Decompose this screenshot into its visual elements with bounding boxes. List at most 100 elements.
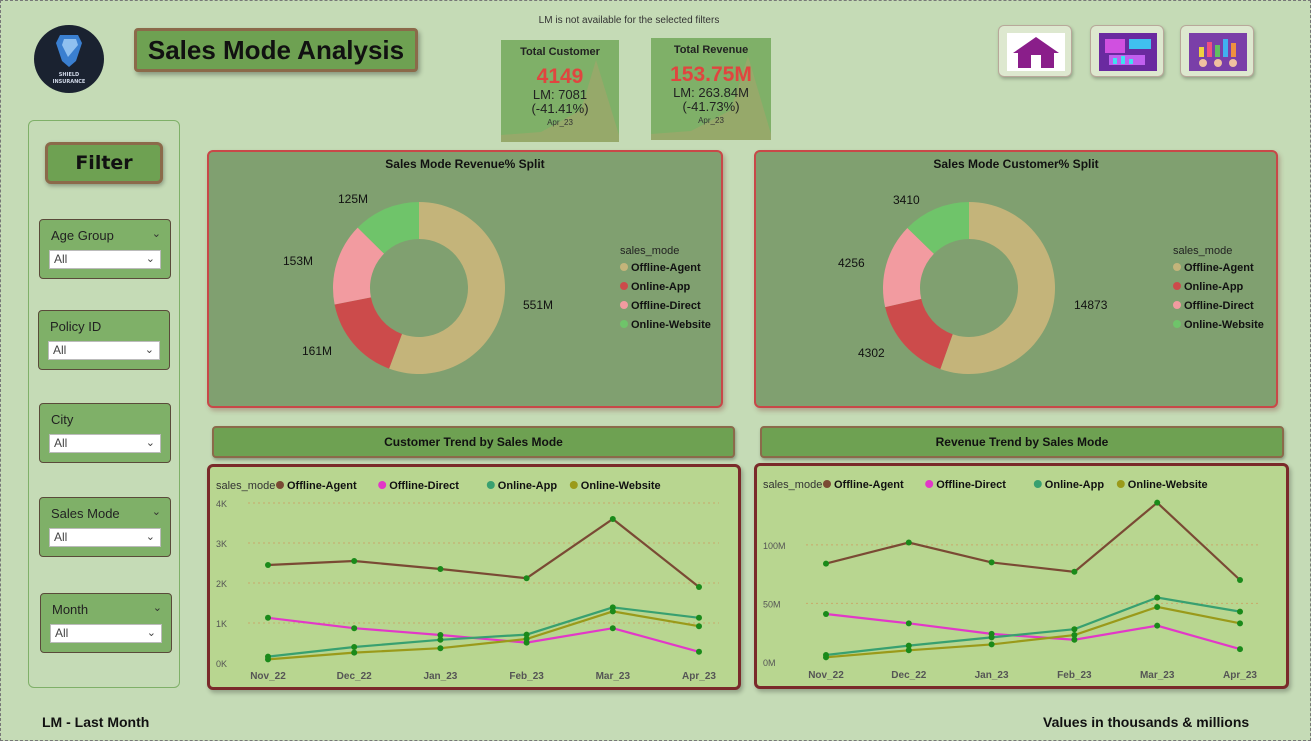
revenue-trend-panel: sales_mode Offline-Agent Offline-Direct Onl… [754,463,1289,689]
data-point[interactable] [265,656,271,663]
data-point[interactable] [437,636,444,643]
chevron-down-icon[interactable]: ⌄ [152,227,161,240]
data-point[interactable] [437,645,444,652]
data-point[interactable] [265,614,271,621]
legend-item[interactable]: Offline-Agent [834,479,904,491]
home-icon [1007,33,1065,71]
data-point[interactable] [1237,608,1243,615]
data-point[interactable] [696,614,702,621]
data-point[interactable] [609,608,616,615]
slicer-label: Sales Mode [51,506,120,521]
y-tick-label: 1K [216,619,227,629]
data-point[interactable] [351,649,358,656]
legend-item-online-website[interactable]: Online-Website [620,319,711,331]
data-point[interactable] [351,625,358,632]
legend-item[interactable]: Online-Website [581,480,661,492]
kpi-total-customer: Total Customer 4149 LM: 7081 (-41.41%) A… [501,40,619,142]
data-point[interactable] [823,560,829,567]
legend-item-online-app[interactable]: Online-App [1173,281,1243,293]
analysis-nav-button[interactable] [1180,25,1254,77]
legend-item-offline-agent[interactable]: Offline-Agent [1173,262,1254,274]
data-point[interactable] [265,562,271,568]
data-point[interactable] [1154,622,1161,629]
donut-data-label: 14873 [1074,298,1108,312]
legend-item[interactable]: Online-App [1045,479,1105,491]
kpi-month: Apr_23 [698,116,724,125]
data-point[interactable] [1071,568,1078,575]
donut-data-label: 3410 [893,193,920,207]
data-point[interactable] [1154,594,1161,601]
data-point[interactable] [609,625,616,632]
slicer-label: City [51,412,74,427]
donut-data-label: 125M [338,192,369,206]
y-tick-label: 0M [763,658,776,668]
age-group-dropdown[interactable]: All ⌄ [49,250,161,269]
home-button[interactable] [998,25,1072,77]
dashboard-nav-button[interactable] [1090,25,1164,77]
legend-item[interactable]: Offline-Direct [389,480,459,492]
slice-online-app[interactable] [885,298,953,370]
slice-online-app[interactable] [334,297,402,369]
x-tick-label: Feb_23 [1057,670,1092,681]
series-line-online-app [825,596,1241,657]
data-point[interactable] [823,654,829,661]
data-point[interactable] [351,558,358,564]
data-point[interactable] [1071,626,1078,633]
data-point[interactable] [1154,499,1161,506]
data-point[interactable] [1237,577,1243,583]
data-point[interactable] [523,575,530,582]
data-point[interactable] [1237,620,1243,627]
legend-item[interactable]: Online-Website [1128,479,1208,491]
legend-item[interactable]: Offline-Direct [936,479,1006,491]
kpi-total-revenue: Total Revenue 153.75M LM: 263.84M (-41.7… [651,38,771,140]
legend-dot [1033,480,1042,488]
data-point[interactable] [1071,632,1078,639]
legend-dot [276,481,284,489]
data-point[interactable] [988,559,995,566]
data-point[interactable] [1237,646,1243,653]
data-point[interactable] [823,610,829,617]
kpi-month: Apr_23 [547,118,573,127]
chevron-down-icon: ⌄ [144,344,154,356]
data-point[interactable] [905,539,912,546]
meeting-chart-icon [1189,33,1247,71]
logo-text-line2: INSURANCE [52,79,86,85]
chevron-down-icon[interactable]: ⌄ [153,601,162,614]
legend-item-offline-direct[interactable]: Offline-Direct [620,300,701,312]
data-point[interactable] [696,623,702,630]
legend-item-online-website[interactable]: Online-Website [1173,319,1264,331]
slicer-policy-id: Policy ID All ⌄ [38,310,170,370]
data-point[interactable] [696,648,702,655]
policy-id-dropdown[interactable]: All ⌄ [48,341,160,360]
donut-data-label: 161M [302,344,333,358]
legend-item-offline-agent[interactable]: Offline-Agent [620,262,701,274]
legend-item-offline-direct[interactable]: Offline-Direct [1173,300,1254,312]
data-point[interactable] [905,647,912,654]
lm-note: LM is not available for the selected fil… [538,15,720,26]
chevron-down-icon: ⌄ [145,531,155,543]
data-point[interactable] [696,584,702,590]
data-point[interactable] [905,620,912,627]
month-dropdown[interactable]: All ⌄ [50,624,162,643]
data-point[interactable] [437,566,444,572]
legend-item[interactable]: Offline-Agent [287,480,357,492]
legend-item-online-app[interactable]: Online-App [620,281,690,293]
y-tick-label: 50M [763,599,781,609]
x-tick-label: Feb_23 [509,671,544,682]
y-tick-label: 2K [216,579,227,589]
legend-dot [486,481,495,489]
data-point[interactable] [351,644,358,650]
slicer-sales-mode: Sales Mode ⌄ All ⌄ [39,497,171,557]
data-point[interactable] [988,641,995,648]
data-point[interactable] [1154,603,1161,610]
data-point[interactable] [609,516,616,522]
kpi-label: Total Revenue [673,44,749,56]
legend-title: sales_mode [1173,245,1233,257]
legend-item[interactable]: Online-App [498,480,558,492]
chevron-down-icon[interactable]: ⌄ [152,505,161,518]
data-point[interactable] [523,636,530,642]
city-dropdown[interactable]: All ⌄ [49,434,161,453]
data-point[interactable] [988,634,995,641]
slicer-label: Age Group [51,228,114,243]
sales-mode-dropdown[interactable]: All ⌄ [49,528,161,547]
